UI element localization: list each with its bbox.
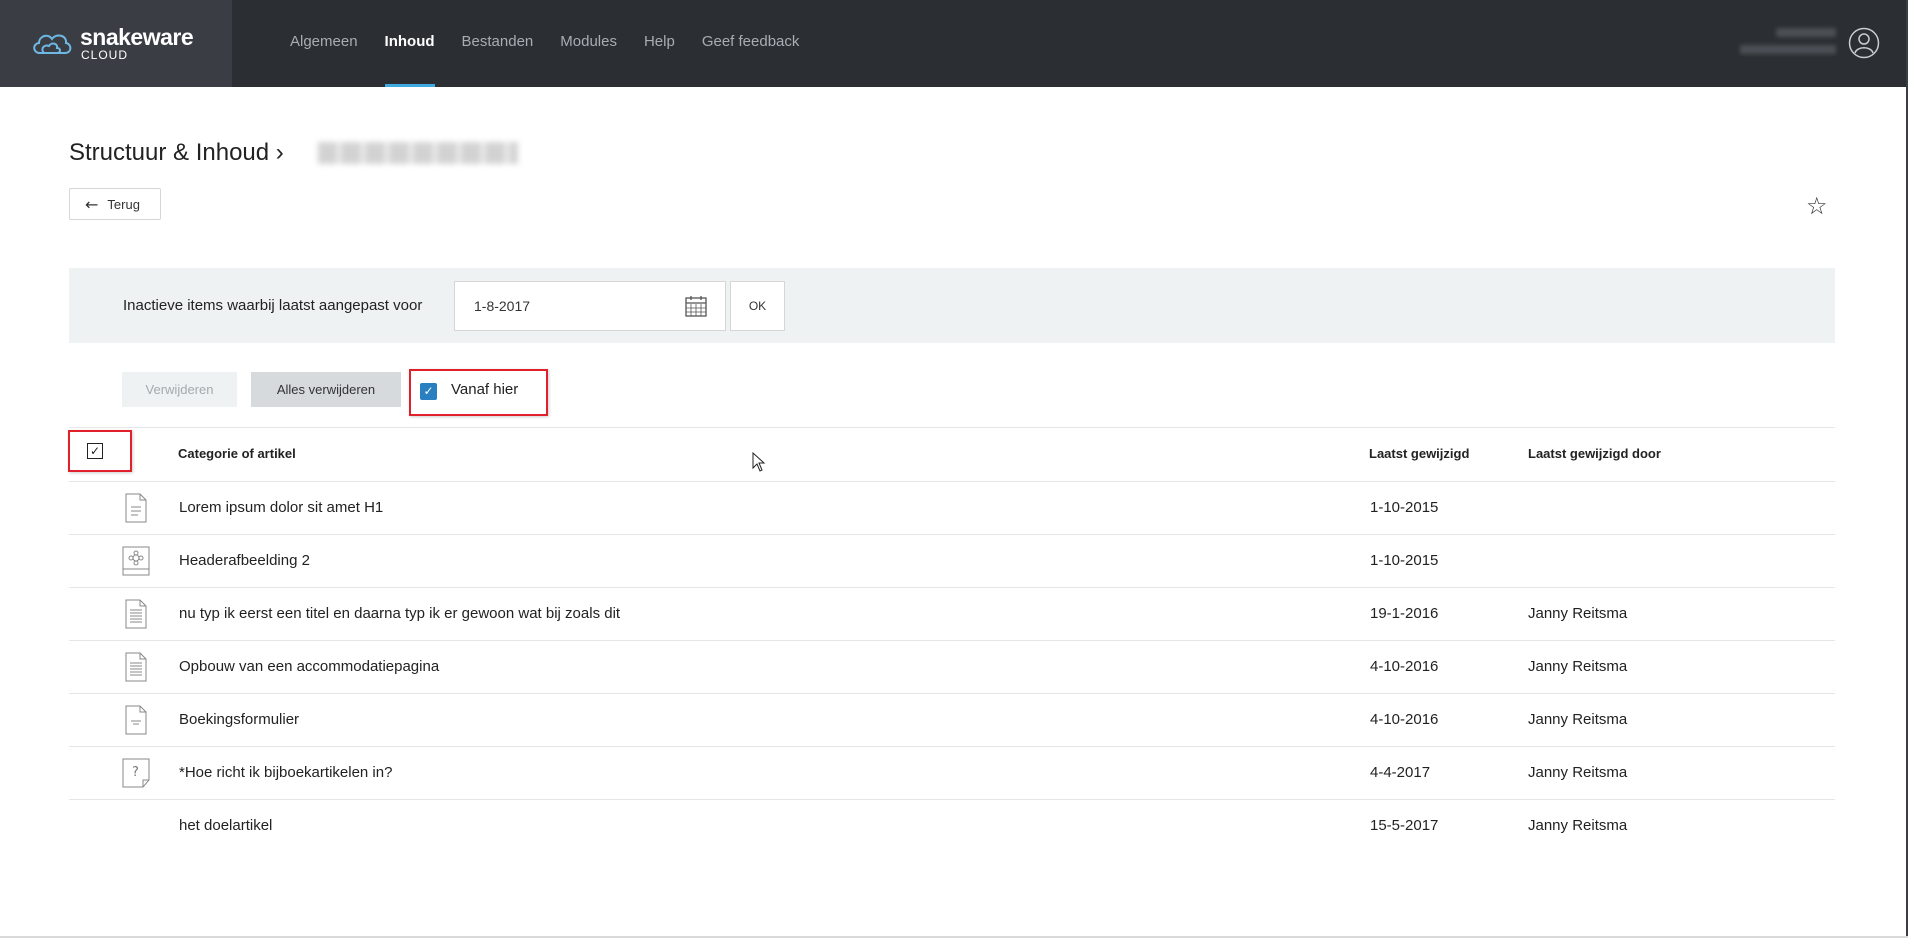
row-modified: 1-10-2015 [1370,552,1439,569]
nav-algemeen[interactable]: Algemeen [290,0,358,87]
table-row[interactable]: Headerafbeelding 2 1-10-2015 [0,534,1908,587]
nav-feedback[interactable]: Geef feedback [702,0,800,87]
filter-bar: Inactieve items waarbij laatst aangepast… [69,268,1835,343]
text-document-icon [125,599,147,629]
question-document-icon: ? [122,758,150,788]
star-icon[interactable]: ☆ [1806,192,1828,220]
back-button[interactable]: ← Terug [69,188,161,220]
column-header-modified-by[interactable]: Laatst gewijzigd door [1528,446,1661,461]
table-row[interactable]: ? *Hoe richt ik bijboekartikelen in? 4-4… [0,746,1908,799]
brand-area[interactable]: snakeware CLOUD [0,0,232,87]
table-divider [69,427,1835,428]
delete-button[interactable]: Verwijderen [122,372,237,407]
table-row[interactable]: het doelartikel 15-5-2017 Janny Reitsma [0,799,1908,852]
page-title: Structuur & Inhoud › [69,139,284,166]
row-modified-by: Janny Reitsma [1528,764,1628,781]
top-navigation-bar: snakeware CLOUD Algemeen Inhoud Bestande… [0,0,1908,87]
from-here-highlight[interactable]: ✓ Vanaf hier [409,369,548,416]
row-modified-by: Janny Reitsma [1528,711,1628,728]
user-avatar-icon[interactable] [1848,27,1880,59]
brand-name: snakeware [80,24,194,50]
table-row[interactable]: Lorem ipsum dolor sit amet H1 1-10-2015 [0,481,1908,534]
user-name-redacted [1740,28,1836,54]
row-modified: 19-1-2016 [1370,605,1439,622]
svg-text:?: ? [132,765,139,780]
table-row[interactable]: Opbouw van een accommodatiepagina 4-10-2… [0,640,1908,693]
text-document-icon [125,652,147,682]
main-nav: Algemeen Inhoud Bestanden Modules Help G… [290,0,826,87]
filter-label: Inactieve items waarbij laatst aangepast… [123,297,423,314]
back-button-label: Terug [107,196,140,212]
row-modified-by: Janny Reitsma [1528,605,1628,622]
row-modified: 1-10-2015 [1370,499,1439,516]
row-modified-by: Janny Reitsma [1528,817,1628,834]
form-icon [125,705,147,735]
row-modified: 4-10-2016 [1370,658,1439,675]
nav-modules[interactable]: Modules [560,0,617,87]
delete-all-button[interactable]: Alles verwijderen [251,372,401,407]
calendar-icon[interactable] [685,295,707,317]
row-name: nu typ ik eerst een titel en daarna typ … [179,605,621,622]
row-modified: 4-10-2016 [1370,711,1439,728]
arrow-left-icon: ← [85,194,99,214]
from-here-checkbox[interactable]: ✓ [420,383,437,400]
image-icon [122,546,150,576]
column-header-name[interactable]: Categorie of artikel [178,446,296,461]
row-name: Headerafbeelding 2 [179,552,310,569]
ok-button[interactable]: OK [730,281,785,331]
mouse-cursor-icon [752,452,766,472]
select-all-highlight[interactable]: ✓ [68,430,132,472]
table-row[interactable]: nu typ ik eerst een titel en daarna typ … [0,587,1908,640]
row-name: het doelartikel [179,817,273,834]
document-icon [125,493,147,523]
row-name: Lorem ipsum dolor sit amet H1 [179,499,384,516]
row-modified: 4-4-2017 [1370,764,1431,781]
cloud-logo-icon [33,34,72,54]
row-modified-by: Janny Reitsma [1528,658,1628,675]
row-name: Opbouw van een accommodatiepagina [179,658,440,675]
row-name: Boekingsformulier [179,711,300,728]
brand-subtitle: CLOUD [81,48,129,62]
select-all-checkbox[interactable]: ✓ [87,443,103,459]
row-name: *Hoe richt ik bijboekartikelen in? [179,764,393,781]
column-header-modified[interactable]: Laatst gewijzigd [1369,446,1469,461]
from-here-label[interactable]: Vanaf hier [451,381,518,398]
nav-bestanden[interactable]: Bestanden [462,0,534,87]
nav-help[interactable]: Help [644,0,675,87]
table-row[interactable]: Boekingsformulier 4-10-2016 Janny Reitsm… [0,693,1908,746]
row-modified: 15-5-2017 [1370,817,1439,834]
nav-inhoud[interactable]: Inhoud [384,0,435,87]
breadcrumb-redacted [318,142,518,164]
